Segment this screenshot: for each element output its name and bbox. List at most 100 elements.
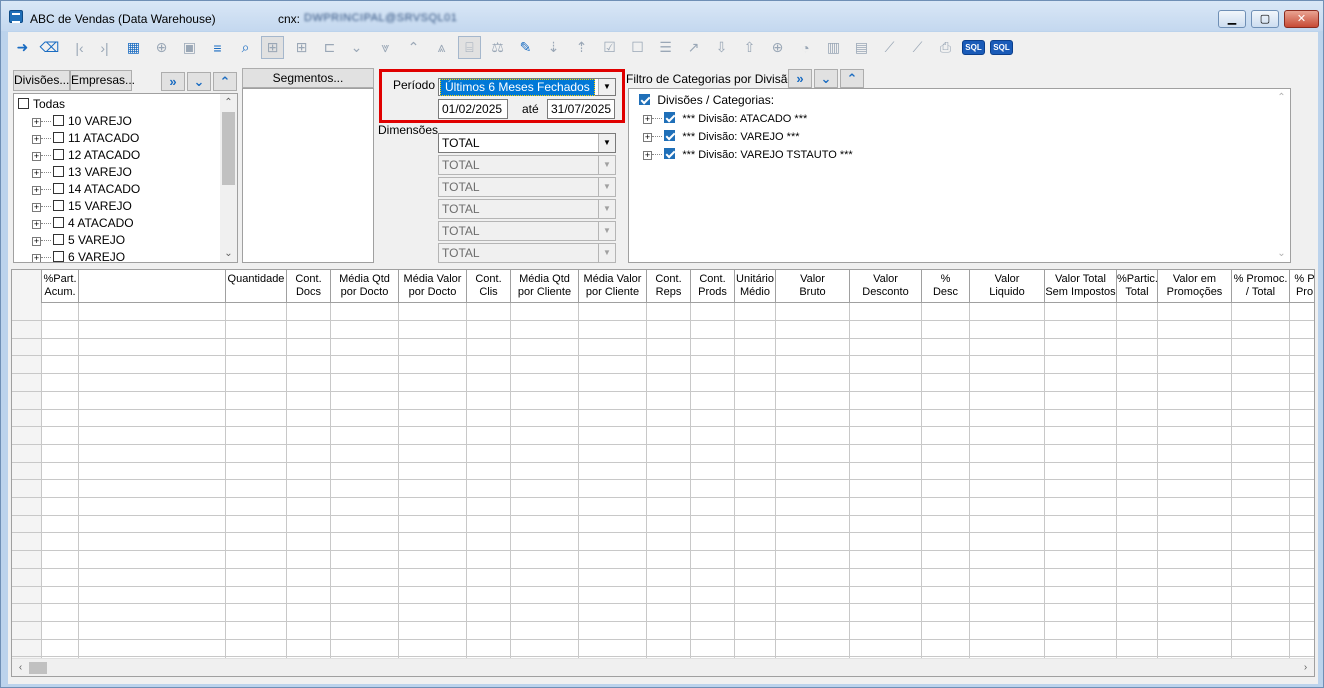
column-header[interactable]: %Part. Acum. — [42, 270, 79, 303]
minimize-button[interactable]: ▁ — [1218, 10, 1246, 28]
segmentos-button[interactable]: Segmentos... — [242, 68, 374, 88]
grid-body[interactable] — [12, 303, 1314, 658]
dropdown-arrow-icon[interactable]: ▼ — [598, 134, 615, 152]
categoria-item[interactable]: + *** Divisão: ATACADO *** — [643, 110, 807, 127]
segmentos-list[interactable] — [242, 88, 374, 263]
divisoes-button[interactable]: Divisões... — [13, 70, 70, 91]
tree-item-checkbox[interactable] — [53, 115, 64, 126]
categoria-item[interactable]: + *** Divisão: VAREJO *** — [643, 128, 800, 145]
expand-icon[interactable]: + — [32, 254, 41, 262]
categoria-item[interactable]: + *** Divisão: VAREJO TSTAUTO *** — [643, 146, 853, 163]
sort-desc-icon[interactable]: ⇣ — [542, 36, 565, 59]
categorias-scrollbar[interactable]: ⌃ ⌄ — [1273, 89, 1290, 262]
last-icon[interactable]: ›| — [93, 36, 116, 59]
move-down-icon[interactable]: ⇩ — [710, 36, 733, 59]
expand-icon[interactable]: + — [32, 186, 41, 195]
column-header[interactable]: % P Pro — [1290, 270, 1314, 303]
column-header[interactable]: Valor Desconto — [850, 270, 922, 303]
tree-item-checkbox[interactable] — [53, 200, 64, 211]
checklist-alt-icon[interactable]: ☐ — [626, 36, 649, 59]
pencil-icon[interactable]: ✎ — [514, 36, 537, 59]
tree-item[interactable]: +13 VAREJO — [32, 164, 132, 181]
column-header[interactable]: Unitário Médio — [735, 270, 776, 303]
categorias-root-checkbox[interactable] — [639, 94, 650, 105]
export-icon[interactable]: ↗ — [682, 36, 705, 59]
tree-item-checkbox[interactable] — [53, 251, 64, 262]
expand-icon[interactable]: + — [32, 237, 41, 246]
tree-item[interactable]: +11 ATACADO — [32, 130, 139, 147]
row-header-corner[interactable] — [12, 270, 42, 303]
scroll-thumb[interactable] — [29, 662, 47, 674]
expand-icon[interactable]: + — [643, 151, 652, 160]
double-chevron-up-icon[interactable]: ⩓ — [430, 36, 453, 59]
add-circle-icon[interactable]: ⊕ — [150, 36, 173, 59]
column-header[interactable]: Cont. Prods — [691, 270, 735, 303]
list-icon[interactable]: ☰ — [654, 36, 677, 59]
tree-item-checkbox[interactable] — [53, 234, 64, 245]
expand-icon[interactable]: + — [32, 118, 41, 127]
move-up-icon[interactable]: ⇧ — [738, 36, 761, 59]
tree-item[interactable]: +4 ATACADO — [32, 215, 134, 232]
tree-item[interactable]: +12 ATACADO — [32, 147, 140, 164]
column-header[interactable]: Média Valor por Cliente — [579, 270, 647, 303]
tree-item[interactable]: +15 VAREJO — [32, 198, 132, 215]
bar-chart-icon[interactable]: ▥ — [822, 36, 845, 59]
column-header[interactable]: Cont. Clis — [467, 270, 511, 303]
column-header[interactable]: % Promoc. / Total — [1232, 270, 1290, 303]
expand-all-button[interactable]: » — [161, 72, 185, 91]
expand-icon[interactable]: + — [32, 169, 41, 178]
first-icon[interactable]: |‹ — [68, 36, 91, 59]
scroll-right-icon[interactable]: › — [1297, 659, 1314, 676]
grid-alt-icon[interactable]: ⊞ — [290, 36, 313, 59]
tree-item-checkbox[interactable] — [53, 132, 64, 143]
date-from-input[interactable]: 01/02/2025 — [438, 99, 508, 119]
cat-collapse-up-button[interactable]: ⌃ — [840, 69, 864, 88]
expand-icon[interactable]: + — [643, 133, 652, 142]
categoria-checkbox[interactable] — [664, 148, 675, 159]
column-header[interactable] — [79, 270, 226, 303]
table-icon[interactable]: ▦ — [122, 36, 145, 59]
double-chevron-down-icon[interactable]: ⩔ — [374, 36, 397, 59]
scroll-thumb[interactable] — [222, 112, 235, 185]
sql-alt-icon[interactable]: SQL — [990, 36, 1013, 59]
categorias-root[interactable]: Divisões / Categorias: — [639, 92, 774, 109]
tree-root-checkbox[interactable] — [18, 98, 29, 109]
sql-icon[interactable]: SQL — [962, 36, 985, 59]
bar-chart-horizontal-icon[interactable]: ▤ — [850, 36, 873, 59]
expand-icon[interactable]: + — [32, 203, 41, 212]
tree-scrollbar[interactable]: ⌃ ⌄ — [220, 94, 237, 262]
column-header[interactable]: %Partic. Total — [1117, 270, 1158, 303]
column-header[interactable]: Quantidade — [226, 270, 287, 303]
tree-item[interactable]: +10 VAREJO — [32, 113, 132, 130]
column-header[interactable]: Média Valor por Docto — [399, 270, 467, 303]
expand-icon[interactable]: + — [32, 135, 41, 144]
scroll-down-icon[interactable]: ⌄ — [220, 245, 237, 262]
tree-item[interactable]: +6 VAREJO — [32, 249, 125, 262]
zoom-in-icon[interactable]: ⊕ — [766, 36, 789, 59]
expand-icon[interactable]: + — [643, 115, 652, 124]
grid-hscrollbar[interactable]: ‹ › — [12, 658, 1314, 676]
column-header[interactable]: Média Qtd por Docto — [331, 270, 399, 303]
column-header[interactable]: Valor em Promoções — [1158, 270, 1232, 303]
categoria-checkbox[interactable] — [664, 130, 675, 141]
sort-asc-icon[interactable]: ⇡ — [570, 36, 593, 59]
checklist-icon[interactable]: ☑ — [598, 36, 621, 59]
column-header[interactable]: % Desc — [922, 270, 970, 303]
grid-icon[interactable]: ⊞ — [261, 36, 284, 59]
printer-icon[interactable]: ⎙ — [934, 36, 957, 59]
cat-expand-down-button[interactable]: ⌄ — [814, 69, 838, 88]
categorias-tree[interactable]: Divisões / Categorias: + *** Divisão: AT… — [628, 88, 1291, 263]
results-grid[interactable]: %Part. Acum. Quantidade Cont. Docs Média Qt… — [11, 269, 1315, 677]
title-bar[interactable]: ABC de Vendas (Data Warehouse) cnx: DWPR… — [1, 1, 1323, 31]
line-chart-icon[interactable]: ⟋ — [878, 36, 901, 59]
close-button[interactable]: ✕ — [1284, 10, 1319, 28]
eraser-icon[interactable]: ⌫ — [38, 36, 61, 59]
scroll-up-icon[interactable]: ⌃ — [220, 94, 237, 111]
save-icon[interactable]: ▣ — [178, 36, 201, 59]
balance-icon[interactable]: ⚖ — [486, 36, 509, 59]
expand-icon[interactable]: + — [32, 152, 41, 161]
categoria-checkbox[interactable] — [664, 112, 675, 123]
chevron-up-icon[interactable]: ⌃ — [402, 36, 425, 59]
column-header[interactable]: Cont. Docs — [287, 270, 331, 303]
cat-expand-all-button[interactable]: » — [788, 69, 812, 88]
